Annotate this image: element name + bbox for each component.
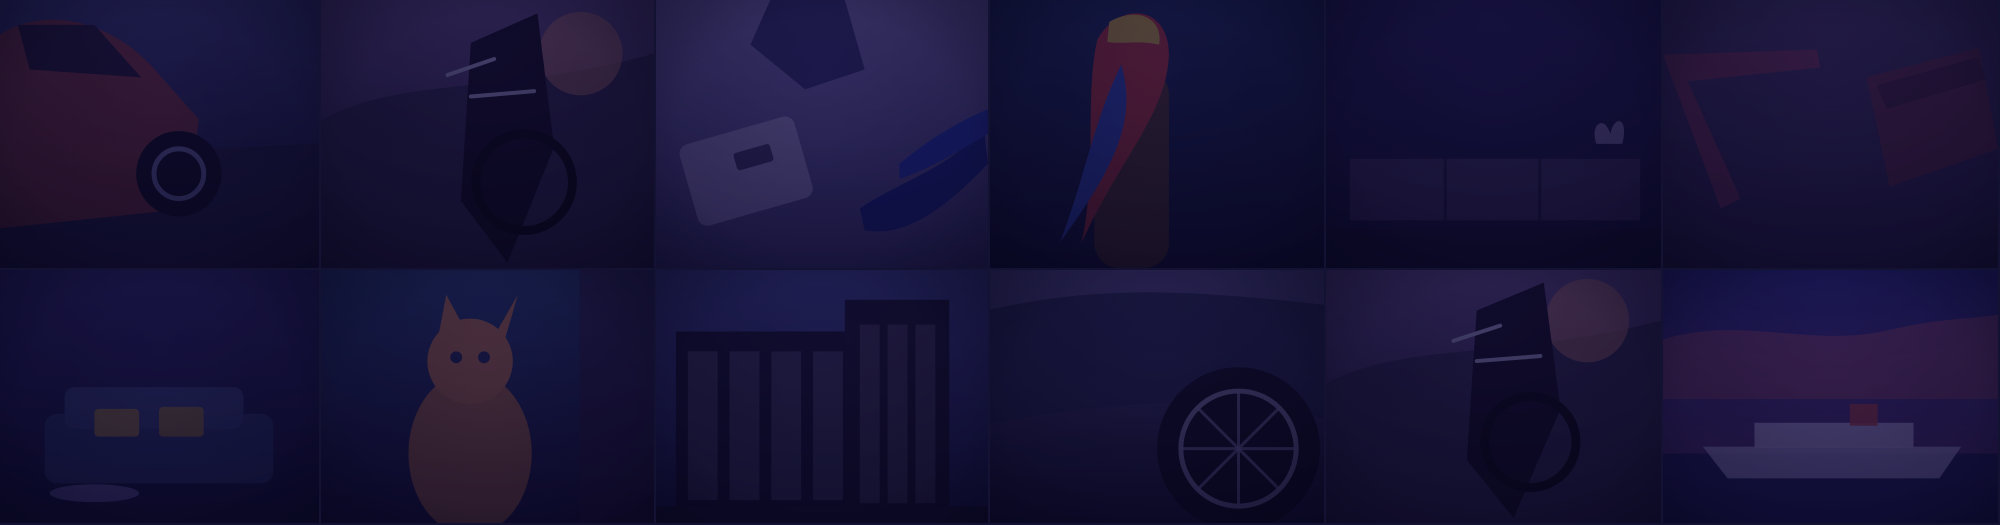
sports-car-wheel-photo (990, 270, 1324, 523)
photo-tile-wallets (1663, 0, 2000, 270)
modern-house-photo (656, 270, 988, 523)
photo-tile-fashion (656, 0, 990, 270)
macaw-parrot-photo (990, 0, 1324, 268)
floor (0, 503, 319, 523)
photo-tile-parrot (990, 0, 1326, 270)
photo-tile-motorcycle-second (1326, 270, 1663, 525)
leather-wallets-photo (1663, 0, 1998, 268)
house-window (915, 324, 936, 504)
fashion-accessories-photo (656, 0, 988, 268)
photo-tile-orange-car (0, 0, 321, 270)
photo-tile-motorcycle (321, 0, 656, 270)
photo-mosaic (0, 0, 2000, 525)
sun-glow (1545, 278, 1630, 363)
cat-eye (478, 351, 490, 364)
orange-cat-photo (321, 270, 654, 523)
cruise-ship-deck (1754, 422, 1914, 448)
minimal-room-cabinet-photo (1326, 0, 1661, 268)
cabinet (1349, 158, 1641, 221)
photo-tile-sofa (0, 270, 321, 525)
sun-glow (538, 11, 623, 96)
living-room-sofa-photo (0, 270, 319, 523)
dark-background-edge (579, 270, 654, 523)
orange-car-photo (0, 0, 319, 268)
photo-tile-house (656, 270, 990, 525)
floor (1326, 228, 1661, 268)
cruise-ship-hull (1702, 446, 1962, 479)
house-window (687, 351, 718, 501)
house-window (771, 351, 802, 501)
photo-tile-cabinet (1326, 0, 1663, 270)
coffee-table (49, 484, 140, 503)
house-window (813, 351, 843, 501)
photo-tile-cruise-ship (1663, 270, 2000, 525)
house-window (729, 351, 760, 501)
sofa-back (64, 387, 244, 429)
house-window (859, 324, 880, 504)
cruise-ship-funnel (1849, 403, 1878, 426)
cruise-ship-sunset-photo (1663, 270, 1998, 523)
motorcycle-sunset-photo (321, 0, 654, 268)
car-wheel (136, 131, 222, 217)
yellow-cushion (159, 406, 204, 437)
photo-tile-cat (321, 270, 656, 525)
house-window (887, 324, 908, 504)
motorcycle-sunset-photo-second (1326, 270, 1661, 523)
photo-grid (0, 0, 2000, 525)
yellow-cushion (94, 408, 140, 437)
cat-eye (450, 351, 463, 364)
ground (656, 506, 988, 523)
photo-tile-car-wheel (990, 270, 1326, 525)
